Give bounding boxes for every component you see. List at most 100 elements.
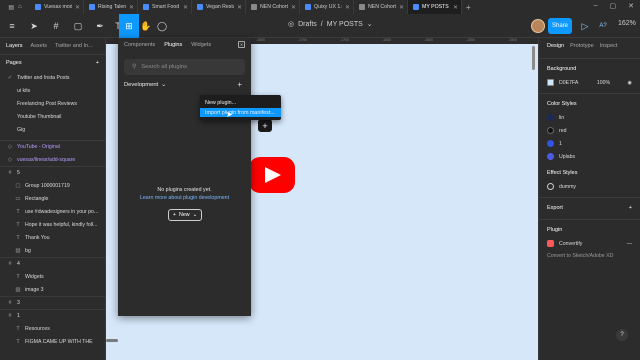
browser-tab[interactable]: Quixy UX 1.0 | Task M✕ [300, 0, 354, 14]
menu-item-new-plugin[interactable]: New plugin... [200, 98, 281, 107]
layer-row[interactable]: #1 [0, 309, 105, 322]
browser-tab[interactable]: NEN Cohort ✕ [246, 0, 300, 14]
horizontal-scrollbar[interactable] [106, 339, 118, 342]
layer-type-icon: ◇ [7, 156, 13, 163]
shape-tool-icon[interactable]: ▢ [68, 14, 88, 38]
close-panel-icon[interactable]: ✕ [238, 41, 245, 48]
right-tab[interactable]: Inspect [600, 43, 618, 49]
present-icon[interactable]: ▷ [575, 14, 595, 38]
search-input[interactable]: ⚲ Search all plugins [124, 59, 245, 75]
ai-tools-icon[interactable]: A? [593, 14, 613, 38]
move-tool-icon[interactable]: ➤ [24, 14, 44, 38]
effect-style-item[interactable]: dummy [539, 180, 640, 193]
color-style-item[interactable]: red [539, 124, 640, 137]
layer-type-icon: ▨ [15, 286, 21, 293]
share-button[interactable]: Share [548, 18, 572, 34]
browser-tab[interactable]: Vuesax modified Kit 8✕ [30, 0, 84, 14]
left-tab[interactable]: Twitter and In... [55, 43, 93, 49]
close-tab-icon[interactable]: ✕ [399, 4, 407, 11]
color-style-item[interactable]: 1 [539, 137, 640, 150]
browser-tab[interactable]: Rising Talent Design S✕ [84, 0, 138, 14]
browser-tab[interactable]: Vegan Restaurant Pro✕ [192, 0, 246, 14]
add-export-icon[interactable]: + [629, 205, 632, 211]
plugin-item[interactable]: Convertify — [539, 237, 640, 250]
minimize-icon[interactable]: – [594, 2, 598, 10]
right-tab[interactable]: Prototype [570, 43, 594, 49]
page-item[interactable]: Freelancing Post Reviews [0, 97, 105, 110]
convertify-icon [547, 240, 554, 247]
avatar[interactable] [531, 19, 545, 33]
new-tab-button[interactable]: + [462, 3, 471, 12]
layer-row[interactable]: ▢ Group 1000001719 [0, 179, 105, 192]
layer-row[interactable]: T Resources [0, 322, 105, 335]
add-square-icon[interactable]: + [258, 119, 272, 132]
add-page-icon[interactable]: + [96, 60, 99, 66]
comment-tool-icon[interactable]: ◯ [152, 14, 172, 38]
color-style-item[interactable]: lin [539, 111, 640, 124]
add-plugin-icon[interactable]: + [237, 80, 242, 89]
page-item[interactable]: Youtube Thumbnail [0, 110, 105, 123]
layer-row[interactable]: Tuse #dwadesigners in your po... [0, 205, 105, 218]
chevron-down-icon[interactable]: ⌄ [367, 20, 373, 28]
color-style-item[interactable]: Uplabs [539, 150, 640, 163]
plugins-tab[interactable]: Components [124, 42, 155, 48]
vertical-scrollbar[interactable] [532, 46, 535, 70]
browser-tab[interactable]: Smart Food UI Design✕ [138, 0, 192, 14]
close-tab-icon[interactable]: ✕ [75, 4, 83, 11]
close-tab-icon[interactable]: ✕ [129, 4, 137, 11]
plugins-tab[interactable]: Widgets [191, 42, 211, 48]
background-fill[interactable]: D0E7FA 100% ◉ [539, 76, 640, 89]
eye-icon[interactable]: ◉ [627, 80, 632, 86]
layer-row[interactable]: T Thank You [0, 231, 105, 244]
plugins-tab[interactable]: Plugins [164, 42, 182, 48]
page-item[interactable]: ui kits [0, 84, 105, 97]
main-menu-icon[interactable]: ≡ [2, 14, 22, 38]
new-plugin-button[interactable]: + New ⌄ [168, 209, 202, 221]
pen-tool-icon[interactable]: ✒ [90, 14, 110, 38]
color-style-swatch [547, 127, 554, 134]
help-button[interactable]: ? [616, 329, 628, 341]
layer-row[interactable]: ▨ bg [0, 244, 105, 257]
left-tab[interactable]: Assets [31, 43, 48, 49]
close-tab-icon[interactable]: ✕ [183, 4, 191, 11]
layer-row[interactable]: #3 [0, 296, 105, 309]
layer-row[interactable]: #4 [0, 257, 105, 270]
background-opacity[interactable]: 100% [597, 80, 623, 86]
collapse-icon[interactable]: — [627, 241, 632, 247]
close-tab-icon[interactable]: ✕ [345, 4, 353, 11]
frame-tool-icon[interactable]: # [46, 14, 66, 38]
close-tab-icon[interactable]: ✕ [237, 4, 245, 11]
learn-more-link[interactable]: Learn more about plugin development [118, 195, 251, 201]
layer-label: 1 [17, 313, 20, 319]
background-hex[interactable]: D0E7FA [559, 80, 592, 86]
left-tab[interactable]: Layers [6, 43, 23, 49]
layer-row[interactable]: #5 [0, 166, 105, 179]
youtube-logo[interactable] [249, 157, 295, 193]
layer-row[interactable]: T FIGMA CAME UP WITH THE [0, 335, 105, 348]
maximize-icon[interactable]: ▢ [610, 2, 617, 10]
project-link[interactable]: Drafts [298, 21, 317, 28]
browser-tab[interactable]: MY POSTS ✕ [408, 0, 462, 14]
close-tab-icon[interactable]: ✕ [453, 4, 461, 11]
zoom-level[interactable]: 162% [618, 20, 636, 27]
close-tab-icon[interactable]: ✕ [291, 4, 299, 11]
browser-tab[interactable]: NEN Cohort Review F✕ [354, 0, 408, 14]
figma-menu-icon[interactable]: ▤ [8, 4, 14, 11]
layer-row[interactable]: ◇ vuesax/linear/add-square [0, 153, 105, 166]
menu-item-import-manifest[interactable]: Import plugin from manifest... [200, 108, 281, 117]
page-item[interactable]: ✓ Twitter and Insta Posts [0, 71, 105, 84]
background-swatch[interactable] [547, 79, 554, 86]
layer-row[interactable]: ▨ image 3 [0, 283, 105, 296]
layer-row[interactable]: ▭ Rectangle [0, 192, 105, 205]
file-name[interactable]: MY POSTS [327, 21, 363, 28]
right-tab[interactable]: Design [547, 43, 564, 49]
page-item[interactable]: Gig [0, 123, 105, 136]
close-window-icon[interactable]: ✕ [628, 2, 634, 10]
layer-row[interactable]: ◇ YouTube - Original [0, 140, 105, 153]
home-group: ▤ ⌂ [0, 0, 30, 14]
development-section[interactable]: Development ⌄ [124, 82, 166, 88]
layer-row[interactable]: T Hope it was helpful, kindly foll... [0, 218, 105, 231]
home-icon[interactable]: ⌂ [18, 4, 22, 10]
export-title: Export [547, 205, 563, 211]
layer-row[interactable]: T Widgets [0, 270, 105, 283]
